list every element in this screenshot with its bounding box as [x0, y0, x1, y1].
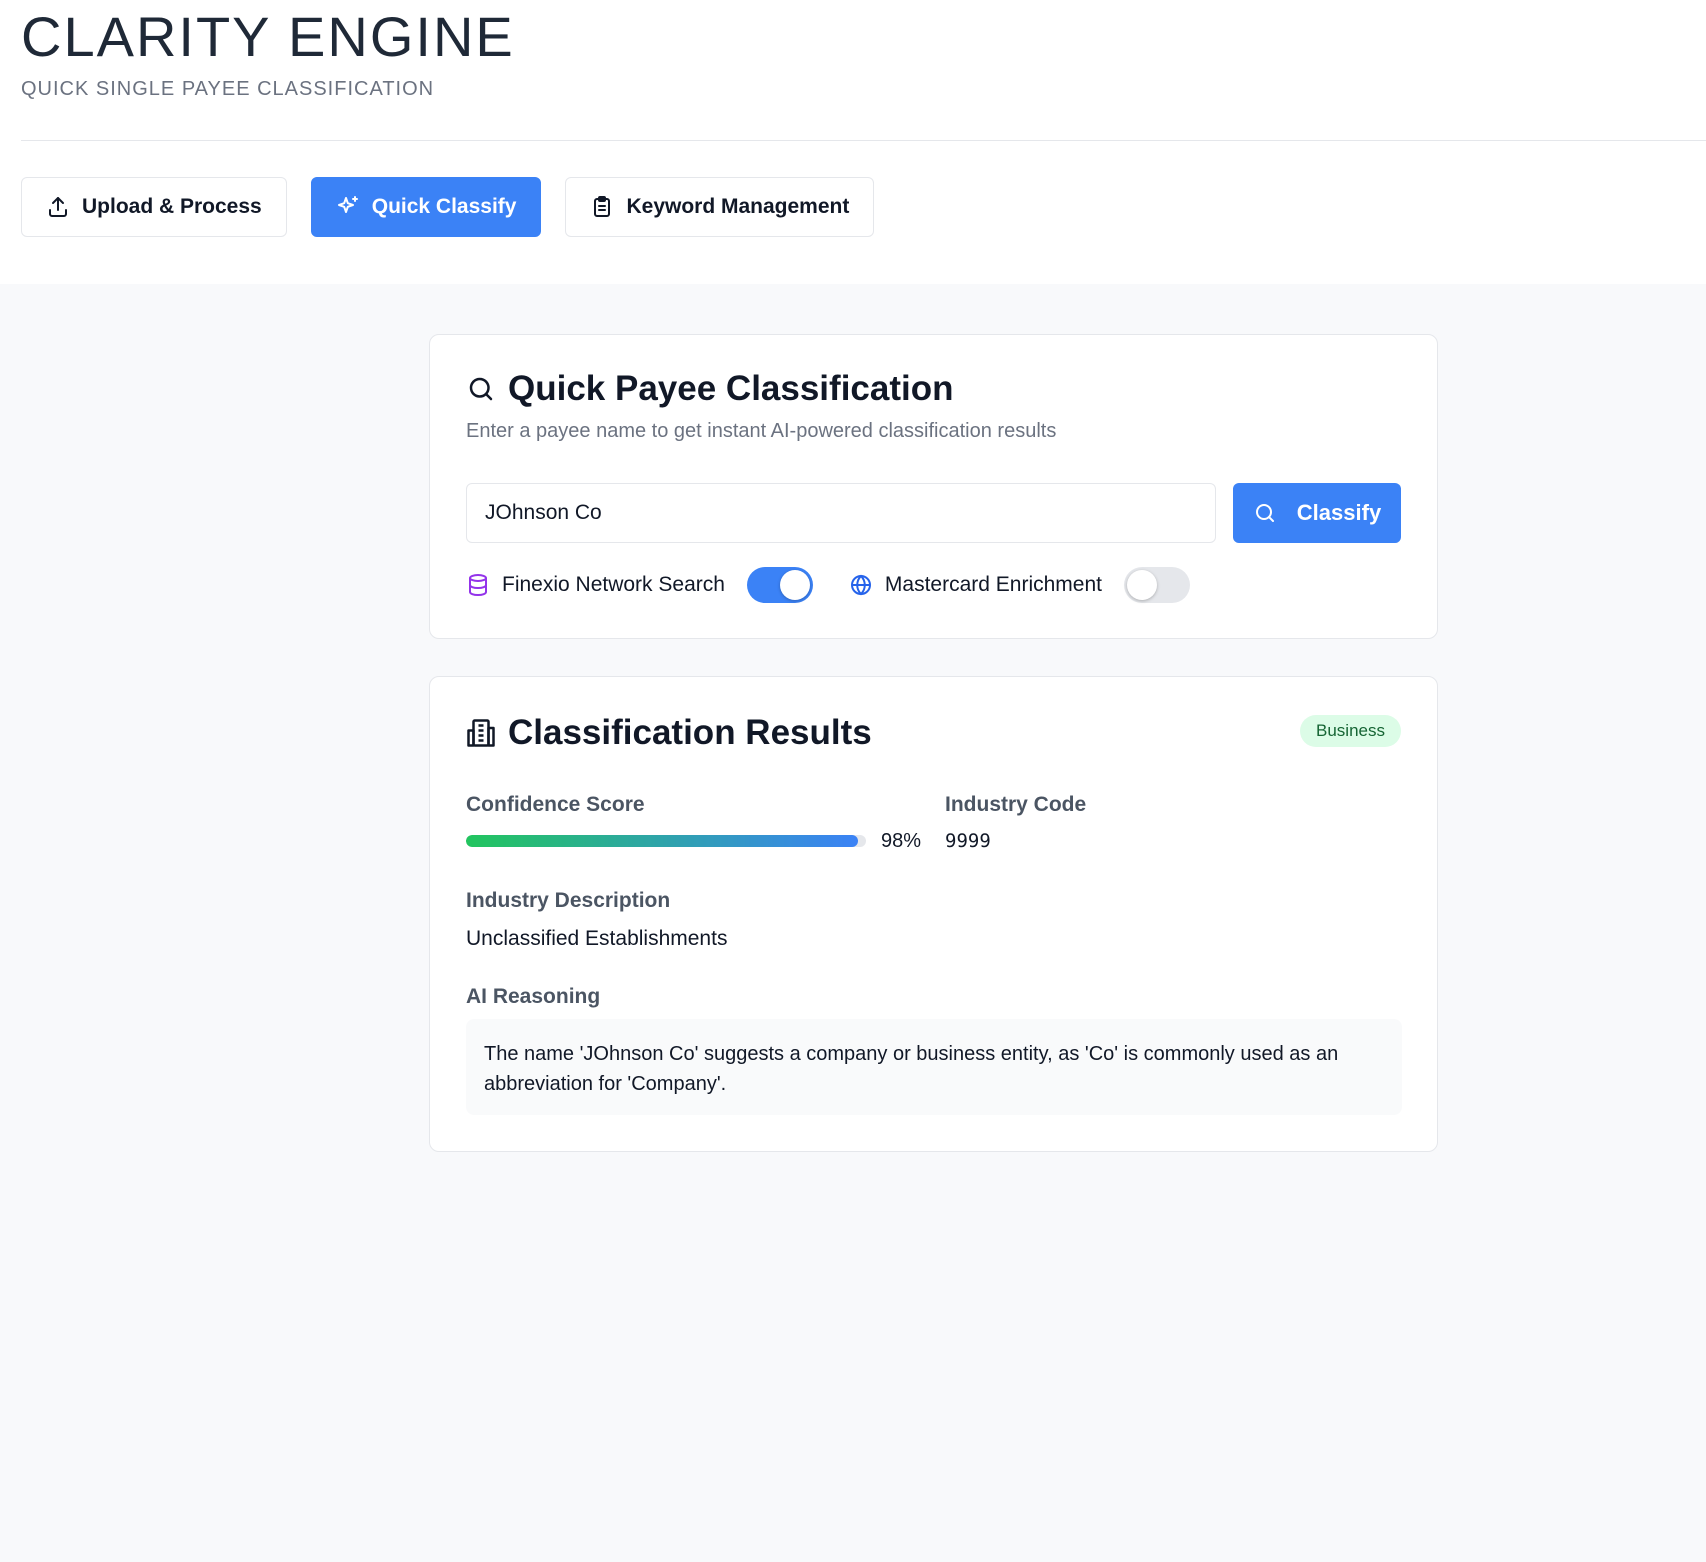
finexio-toggle-group: Finexio Network Search: [466, 567, 813, 603]
industry-description-label: Industry Description: [466, 889, 671, 912]
mastercard-toggle-group: Mastercard Enrichment: [849, 567, 1190, 603]
results-title-text: Classification Results: [508, 713, 872, 752]
finexio-network-search-toggle[interactable]: [746, 567, 813, 603]
sparkles-icon: [337, 196, 358, 213]
card-description: Enter a payee name to get instant AI-pow…: [466, 420, 1057, 442]
card-title-text: Quick Payee Classification: [508, 369, 954, 408]
ai-reasoning-label: AI Reasoning: [466, 985, 601, 1008]
confidence-label: Confidence Score: [466, 793, 645, 816]
classify-button[interactable]: Classify: [1233, 483, 1401, 543]
nav-quick-classify[interactable]: Quick Classify: [310, 177, 542, 237]
finexio-label: Finexio Network Search: [502, 573, 725, 596]
nav-keyword-management[interactable]: Keyword Management: [565, 177, 875, 237]
classify-button-label: Classify: [1296, 500, 1382, 525]
confidence-value: 98%: [881, 830, 922, 852]
nav-upload-process[interactable]: Upload & Process: [21, 177, 287, 237]
upload-icon: [49, 197, 67, 217]
options-row: Finexio Network Search Mastercard Enrich…: [466, 567, 1226, 603]
nav-tabs: Upload & Process Quick Classify Keyword …: [21, 177, 875, 237]
mastercard-enrichment-toggle[interactable]: [1124, 567, 1190, 603]
entity-type-badge: Business: [1300, 715, 1401, 747]
quick-classification-card: Quick Payee Classification Enter a payee…: [429, 334, 1438, 639]
ai-reasoning-text: The name 'JOhnson Co' suggests a company…: [466, 1019, 1402, 1115]
payee-name-input[interactable]: [466, 483, 1216, 543]
header-divider: [21, 140, 1706, 141]
search-icon: [1255, 504, 1274, 522]
toggle-knob: [779, 570, 810, 600]
card-title: Quick Payee Classification: [466, 369, 953, 409]
confidence-progress-bar: [466, 835, 866, 847]
nav-keyword-label: Keyword Management: [626, 195, 850, 218]
toggle-knob: [1127, 570, 1157, 600]
nav-upload-label: Upload & Process: [82, 195, 262, 218]
globe-icon: [850, 574, 871, 596]
industry-description-value: Unclassified Establishments: [466, 927, 728, 950]
industry-code-value: 9999: [945, 830, 991, 852]
database-icon: [469, 574, 487, 597]
building-icon: [467, 719, 495, 747]
app-subtitle: QUICK SINGLE PAYEE CLASSIFICATION: [21, 78, 435, 100]
mastercard-label: Mastercard Enrichment: [884, 573, 1102, 596]
header: CLARITY ENGINE QUICK SINGLE PAYEE CLASSI…: [0, 0, 1706, 284]
nav-quick-classify-label: Quick Classify: [371, 195, 517, 218]
clipboard-icon: [594, 196, 611, 217]
search-icon: [469, 377, 493, 401]
results-title: Classification Results: [466, 713, 872, 753]
classification-results-card: Classification Results Business Confiden…: [429, 676, 1438, 1152]
industry-code-label: Industry Code: [945, 793, 1087, 816]
confidence-progress-fill: [466, 835, 858, 847]
app-title: CLARITY ENGINE: [21, 5, 515, 68]
